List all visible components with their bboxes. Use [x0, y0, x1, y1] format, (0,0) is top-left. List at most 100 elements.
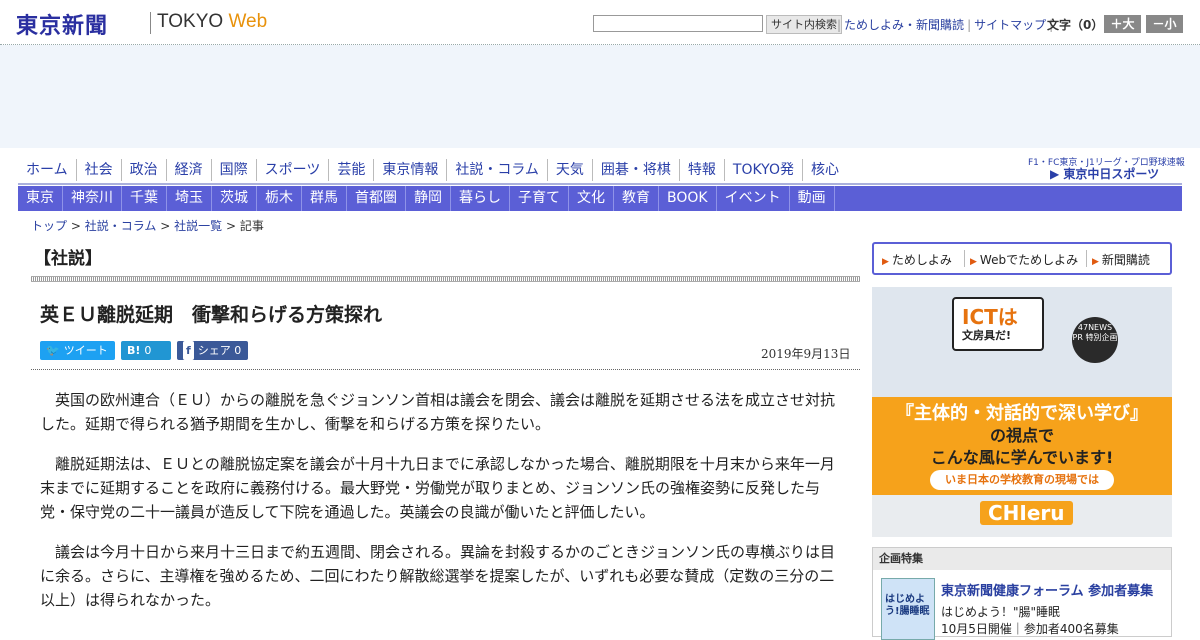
arrow-icon: ▶: [1092, 257, 1099, 267]
breadcrumb-editorial-list[interactable]: 社説一覧: [174, 219, 222, 233]
section-title: 【社説】: [34, 249, 102, 269]
nav-home[interactable]: ホーム: [18, 159, 77, 181]
subnav-culture[interactable]: 文化: [569, 186, 614, 211]
subnav-parenting[interactable]: 子育て: [510, 186, 569, 211]
banner-ict-subtitle: 文房具だ!: [962, 329, 1012, 342]
article-paragraph: 離脱延期法は、ＥＵとの離脱協定案を議会が十月十九日までに承認しなかった場合、離脱…: [40, 455, 835, 521]
subnav-education[interactable]: 教育: [614, 186, 659, 211]
nav-weather[interactable]: 天気: [548, 159, 593, 181]
link-divider: [1086, 250, 1087, 267]
section-divider: [31, 276, 860, 282]
subnav-chiba[interactable]: 千葉: [122, 186, 167, 211]
twitter-bird-icon: 🐦: [46, 344, 60, 357]
logo-divider: [150, 12, 151, 34]
ad-banner-area: [0, 45, 1200, 148]
chuspo-arrow-icon: ▶: [1050, 167, 1064, 181]
web-trial-label: Webでためしよみ: [979, 253, 1079, 267]
subnav-kanagawa[interactable]: 神奈川: [63, 186, 122, 211]
subnav-video[interactable]: 動画: [790, 186, 835, 211]
arrow-icon: ▶: [970, 257, 977, 267]
site-search-button[interactable]: サイト内検索: [766, 15, 842, 34]
article-paragraph: 英国の欧州連合（ＥＵ）からの離脱を急ぐジョンソン首相は議会を閉会、議会は離脱を延…: [40, 391, 836, 433]
nav-economy[interactable]: 経済: [167, 159, 212, 181]
breadcrumb-sep: >: [160, 219, 171, 233]
breadcrumb-editorial[interactable]: 社説・コラム: [85, 219, 157, 233]
nav-sports[interactable]: スポーツ: [257, 159, 330, 181]
trial-reading-label: ためしよみ: [891, 253, 952, 267]
font-size-label: 文字（0）: [1047, 18, 1104, 32]
subnav-shizuoka[interactable]: 静岡: [406, 186, 451, 211]
feature-description: はじめよう！"腸"睡眠: [941, 605, 1061, 619]
nav-go-shogi[interactable]: 囲碁・将棋: [593, 159, 680, 181]
banner-subline-2: こんな風に学んでいます!: [930, 448, 1114, 467]
article-date: 2019年9月13日: [761, 347, 851, 361]
article-divider: [31, 369, 860, 370]
subnav-tokyo[interactable]: 東京: [18, 186, 63, 211]
subscribe-link[interactable]: ▶ 新聞購読: [1092, 251, 1150, 268]
nav-editorial-column[interactable]: 社説・コラム: [447, 159, 548, 181]
special-feature-heading: 企画特集: [873, 548, 1171, 570]
nav-divider: [18, 183, 1182, 185]
facebook-icon: f: [183, 341, 194, 360]
special-feature-box: 企画特集 はじめよう!腸睡眠 東京新聞健康フォーラム 参加者募集 はじめよう！"…: [872, 547, 1172, 640]
breadcrumb-sep: >: [225, 219, 236, 233]
nav-international[interactable]: 国際: [212, 159, 257, 181]
nav-tokyo-info[interactable]: 東京情報: [374, 159, 448, 181]
site-logo[interactable]: 東京新聞: [16, 8, 108, 40]
tweet-label: ツイート: [63, 344, 108, 357]
breadcrumb-sep: >: [70, 219, 81, 233]
subscribe-link[interactable]: ためしよみ・新聞購読: [844, 18, 964, 32]
feature-description-2: 10月5日開催｜参加者400名募集: [941, 622, 1119, 636]
feature-title-link[interactable]: 東京新聞健康フォーラム 参加者募集: [941, 580, 1153, 599]
header-links: | ためしよみ・新聞購読 | サイトマップ |: [834, 16, 1056, 33]
subnav-shutoken[interactable]: 首都圏: [347, 186, 406, 211]
nav-special-report[interactable]: 特報: [680, 159, 725, 181]
nav-core[interactable]: 核心: [803, 159, 847, 181]
subnav-saitama[interactable]: 埼玉: [167, 186, 212, 211]
tokyo-web-text: TOKYO: [157, 11, 224, 32]
font-smaller-button[interactable]: －小: [1146, 15, 1183, 33]
chuspo-logo-link[interactable]: ▶ 東京中日スポーツ: [1050, 165, 1159, 182]
subnav-living[interactable]: 暮らし: [451, 186, 510, 211]
hatena-bookmark-button[interactable]: B! 0: [121, 341, 171, 360]
feature-thumbnail-text: はじめよう!腸睡眠: [885, 594, 930, 617]
link-divider: |: [967, 18, 972, 32]
web-trial-link[interactable]: ▶ Webでためしよみ: [970, 251, 1078, 268]
link-divider: [964, 250, 965, 267]
banner-ict-title: ICTは: [962, 305, 1018, 329]
facebook-share-count: 0: [234, 344, 242, 357]
subnav-events[interactable]: イベント: [717, 186, 790, 211]
subnav-book[interactable]: BOOK: [659, 186, 717, 211]
font-bigger-button[interactable]: ＋大: [1104, 15, 1141, 33]
subnav-gunma[interactable]: 群馬: [302, 186, 347, 211]
main-nav: ホーム 社会 政治 経済 国際 スポーツ 芸能 東京情報 社説・コラム 天気 囲碁・将棋 特報 TOKY…: [18, 159, 847, 183]
breadcrumb-top[interactable]: トップ: [31, 219, 67, 233]
tweet-button[interactable]: 🐦 ツイート: [40, 341, 115, 360]
tokyo-web-logo[interactable]: TOKYO Web: [157, 11, 267, 33]
nav-politics[interactable]: 政治: [122, 159, 167, 181]
sitemap-link[interactable]: サイトマップ: [974, 18, 1046, 32]
subscribe-links-box: ▶ ためしよみ ▶ Webでためしよみ ▶ 新聞購読: [872, 242, 1172, 275]
nav-tokyo-hatsu[interactable]: TOKYO発: [725, 159, 803, 181]
tokyo-web-accent: Web: [228, 11, 268, 32]
nav-entertainment[interactable]: 芸能: [329, 159, 375, 181]
facebook-share-button[interactable]: f シェア 0: [177, 341, 248, 360]
subscribe-label: 新聞購読: [1101, 253, 1150, 267]
search-input[interactable]: [593, 15, 763, 32]
banner-tagline: いま日本の学校教育の現場では: [930, 470, 1114, 490]
trial-reading-link[interactable]: ▶ ためしよみ: [882, 251, 952, 268]
link-divider: |: [837, 18, 842, 32]
regional-nav: 東京 神奈川 千葉 埼玉 茨城 栃木 群馬 首都圏 静岡 暮らし 子育て 文化 教育 BOOK イベント 動画: [18, 186, 1182, 211]
ict-promo-banner[interactable]: ICTは 文房具だ! 47NEWS PR 特別企画 『主体的・対話的で深い学び』…: [872, 287, 1172, 537]
banner-subline-1: の視点で: [989, 426, 1054, 445]
article-paragraph: 議会は今月十日から来月十三日まで約五週間、閉会される。異論を封殺するかのごときジ…: [40, 543, 836, 609]
banner-badge: 47NEWS PR 特別企画: [1072, 317, 1118, 363]
hatena-icon: B!: [127, 344, 141, 357]
subnav-ibaraki[interactable]: 茨城: [212, 186, 257, 211]
banner-brand: CHIeru: [980, 501, 1073, 525]
facebook-share-label: シェア: [197, 344, 231, 357]
subnav-tochigi[interactable]: 栃木: [257, 186, 302, 211]
arrow-icon: ▶: [882, 257, 889, 267]
chuspo-brand: 東京中日スポーツ: [1063, 167, 1160, 181]
nav-society[interactable]: 社会: [77, 159, 122, 181]
